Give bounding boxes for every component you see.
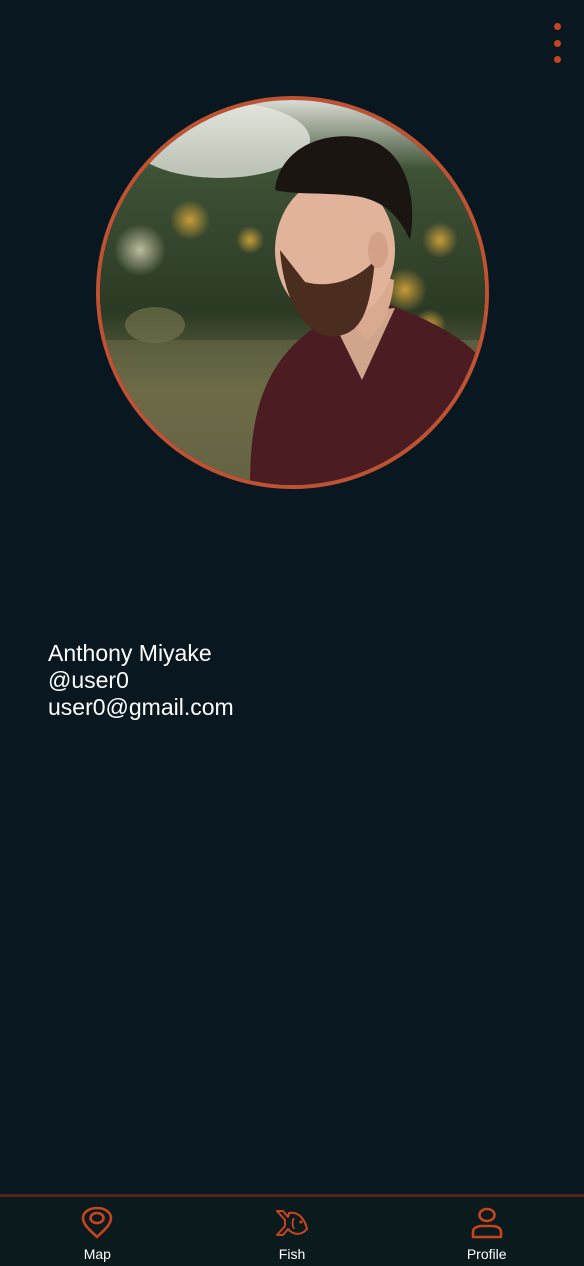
tab-map-label: Map bbox=[83, 1246, 111, 1262]
user-full-name: Anthony Miyake bbox=[48, 640, 212, 666]
tab-fish[interactable]: Fish bbox=[195, 1197, 390, 1266]
user-email: user0@gmail.com bbox=[48, 694, 234, 720]
map-pin-icon bbox=[82, 1206, 113, 1239]
tab-profile-label: Profile bbox=[466, 1246, 507, 1262]
more-options-button[interactable] bbox=[540, 18, 574, 68]
fish-icon bbox=[276, 1210, 308, 1236]
bottom-tab-bar: Map Fish Profile bbox=[0, 1194, 584, 1266]
user-handle: @user0 bbox=[48, 667, 129, 693]
menu-dot-icon bbox=[553, 39, 561, 47]
menu-dot-icon bbox=[553, 56, 561, 63]
tab-fish-label: Fish bbox=[278, 1246, 306, 1262]
menu-dot-icon bbox=[553, 23, 561, 30]
profile-photo bbox=[100, 100, 485, 485]
user-icon bbox=[471, 1207, 502, 1239]
tab-profile[interactable]: Profile bbox=[389, 1197, 584, 1266]
tab-map[interactable]: Map bbox=[0, 1197, 195, 1266]
avatar[interactable] bbox=[96, 96, 489, 489]
user-info: Anthony Miyake @user0 user0@gmail.com bbox=[48, 640, 234, 721]
